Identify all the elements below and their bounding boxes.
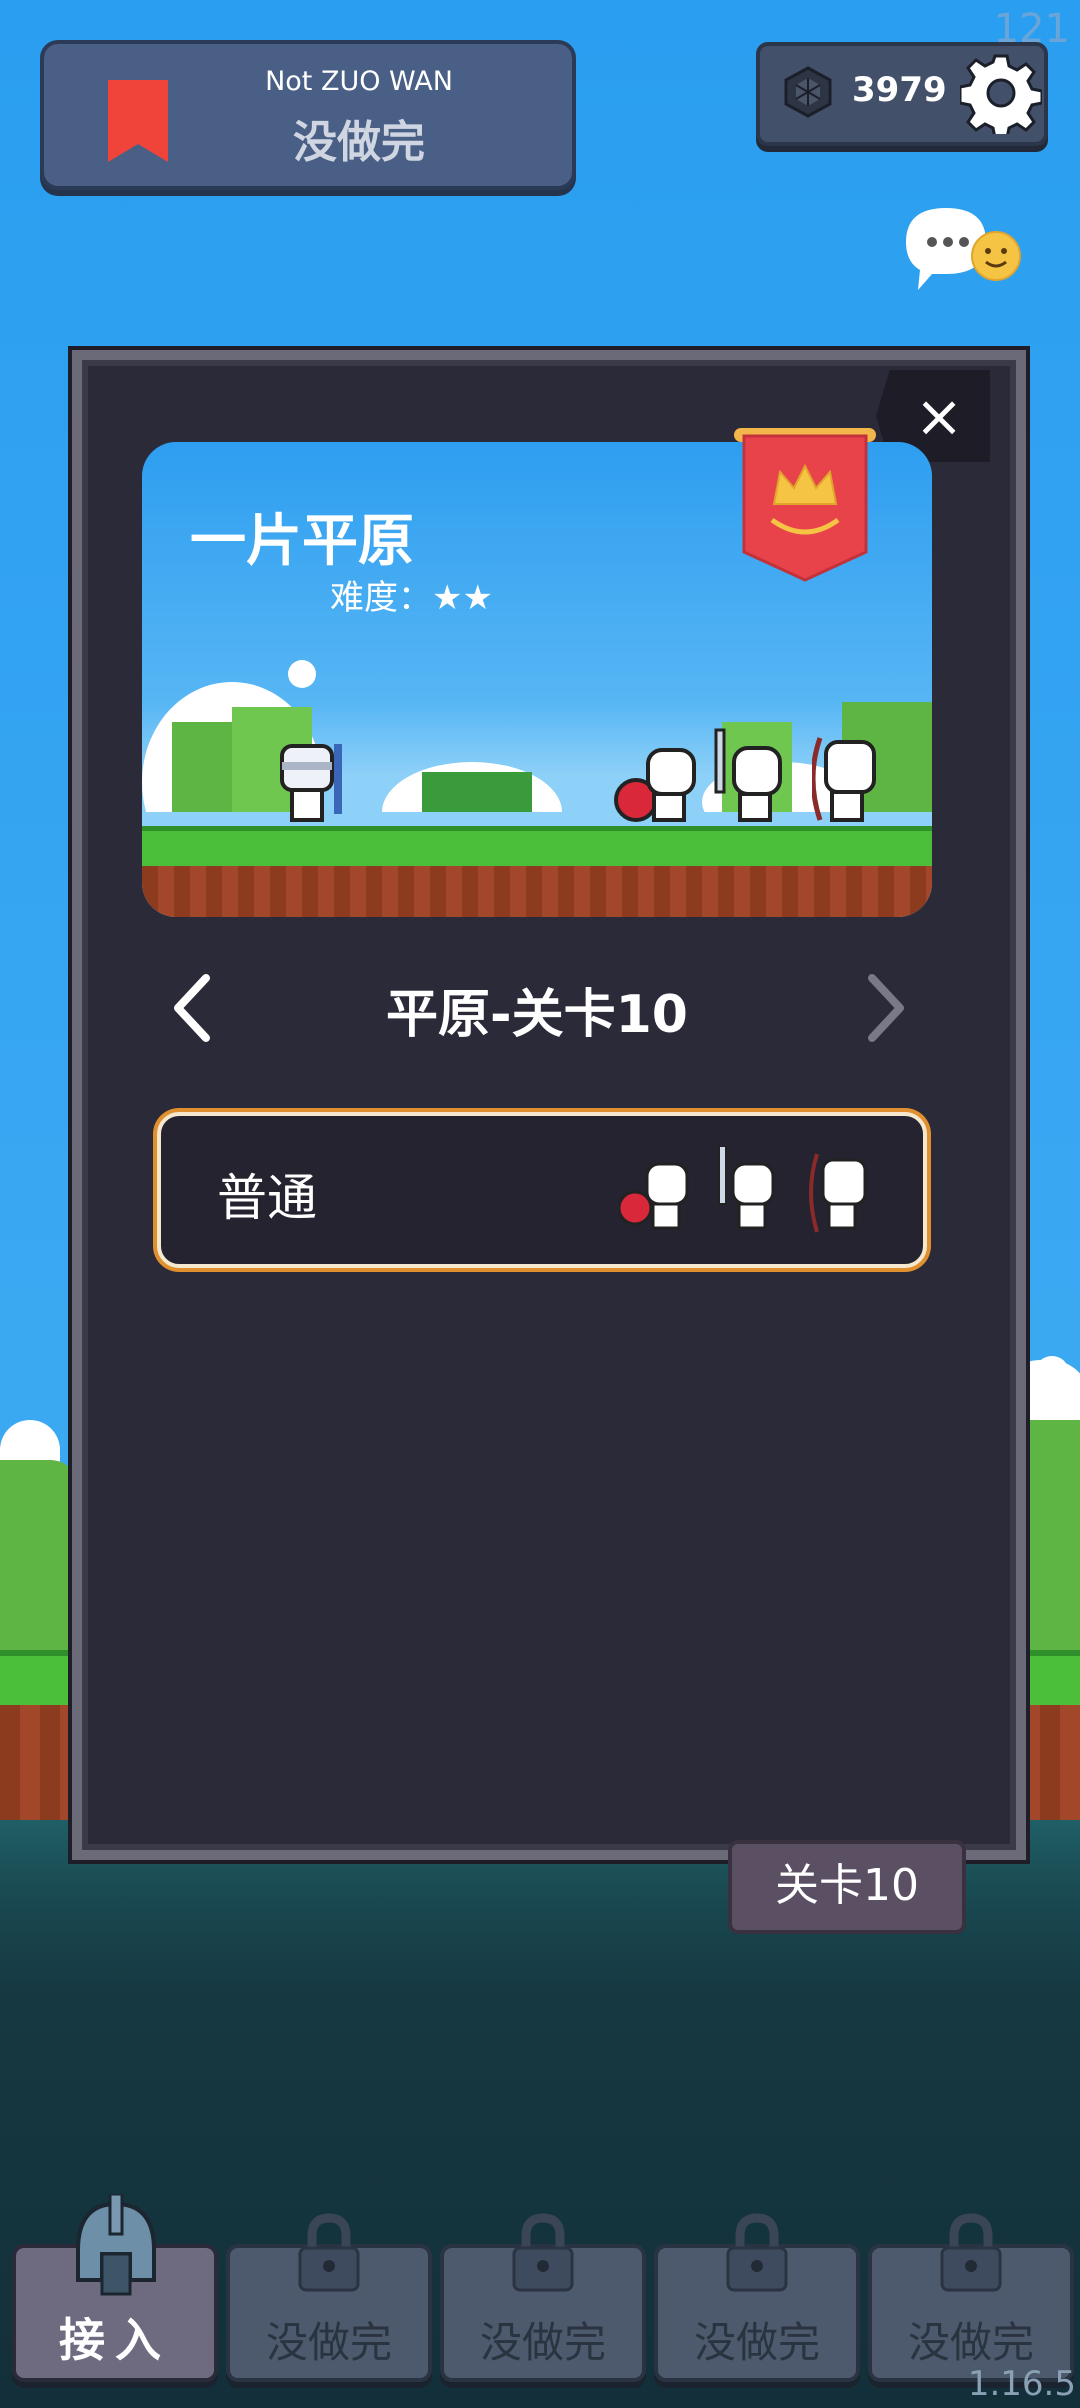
lock-icon xyxy=(298,2213,360,2292)
save-title-card[interactable]: Not ZUO WAN 没做完 xyxy=(40,40,576,190)
background-bush xyxy=(0,1460,80,1650)
enemy-shield-character xyxy=(614,748,696,822)
mode-normal-button[interactable]: 普通 xyxy=(157,1112,927,1268)
chevron-right-icon[interactable] xyxy=(854,968,914,1048)
title-cn: 没做完 xyxy=(293,117,425,168)
slot-label: 没做完 xyxy=(265,2318,392,2367)
currency-bar: 3979 xyxy=(756,42,1048,146)
close-icon: × xyxy=(914,382,964,450)
helmet-icon xyxy=(76,2194,156,2296)
gem-icon xyxy=(784,66,832,118)
enemy-archer-character xyxy=(812,737,876,822)
preview-grass xyxy=(142,826,932,871)
difficulty-stars: ★★ xyxy=(432,578,493,618)
slot-locked-button[interactable]: 没做完 xyxy=(226,2213,432,2382)
knight-character xyxy=(280,744,342,822)
current-level-badge: 关卡10 xyxy=(728,1840,966,1934)
gear-icon[interactable] xyxy=(960,52,1042,134)
enemy-sword-character xyxy=(714,728,782,822)
difficulty-label: 难度： xyxy=(330,578,432,618)
level-name: 一片平原 xyxy=(190,509,414,574)
difficulty: 难度：★★ xyxy=(330,570,493,619)
chat-bubble-icon[interactable] xyxy=(898,204,1026,294)
slot-label: 没做完 xyxy=(479,2318,606,2367)
gem-count: 3979 xyxy=(852,70,947,110)
level-title: 平原-关卡10 xyxy=(386,985,688,1045)
game-scene: 121 Not ZUO WAN 没做完 3979 × 一片平原 难度：★★ 平原… xyxy=(0,0,1080,2408)
bookmark-icon xyxy=(108,80,168,162)
lock-icon xyxy=(512,2213,574,2292)
title-en: Not ZUO WAN xyxy=(265,66,453,97)
preview-dirt xyxy=(142,866,932,917)
slot-join-button[interactable]: 接入 xyxy=(12,2194,218,2382)
lock-icon xyxy=(726,2213,788,2292)
background-cloud xyxy=(1036,1356,1068,1384)
slot-locked-button[interactable]: 没做完 xyxy=(654,2213,860,2382)
level-nav: 平原-关卡10 xyxy=(142,962,932,1052)
lock-icon xyxy=(940,2213,1002,2292)
mode-label: 普通 xyxy=(217,1169,317,1227)
slot-label: 接入 xyxy=(59,2313,171,2367)
slot-locked-button[interactable]: 没做完 xyxy=(868,2213,1074,2382)
enemy-preview-icons xyxy=(619,1146,867,1233)
chevron-left-icon[interactable] xyxy=(164,968,224,1048)
slot-locked-button[interactable]: 没做完 xyxy=(440,2213,646,2382)
version-label: 1.16.5 xyxy=(967,2364,1076,2404)
crown-banner-icon xyxy=(734,428,876,582)
slot-label: 没做完 xyxy=(693,2318,820,2367)
slot-label: 没做完 xyxy=(907,2318,1034,2367)
